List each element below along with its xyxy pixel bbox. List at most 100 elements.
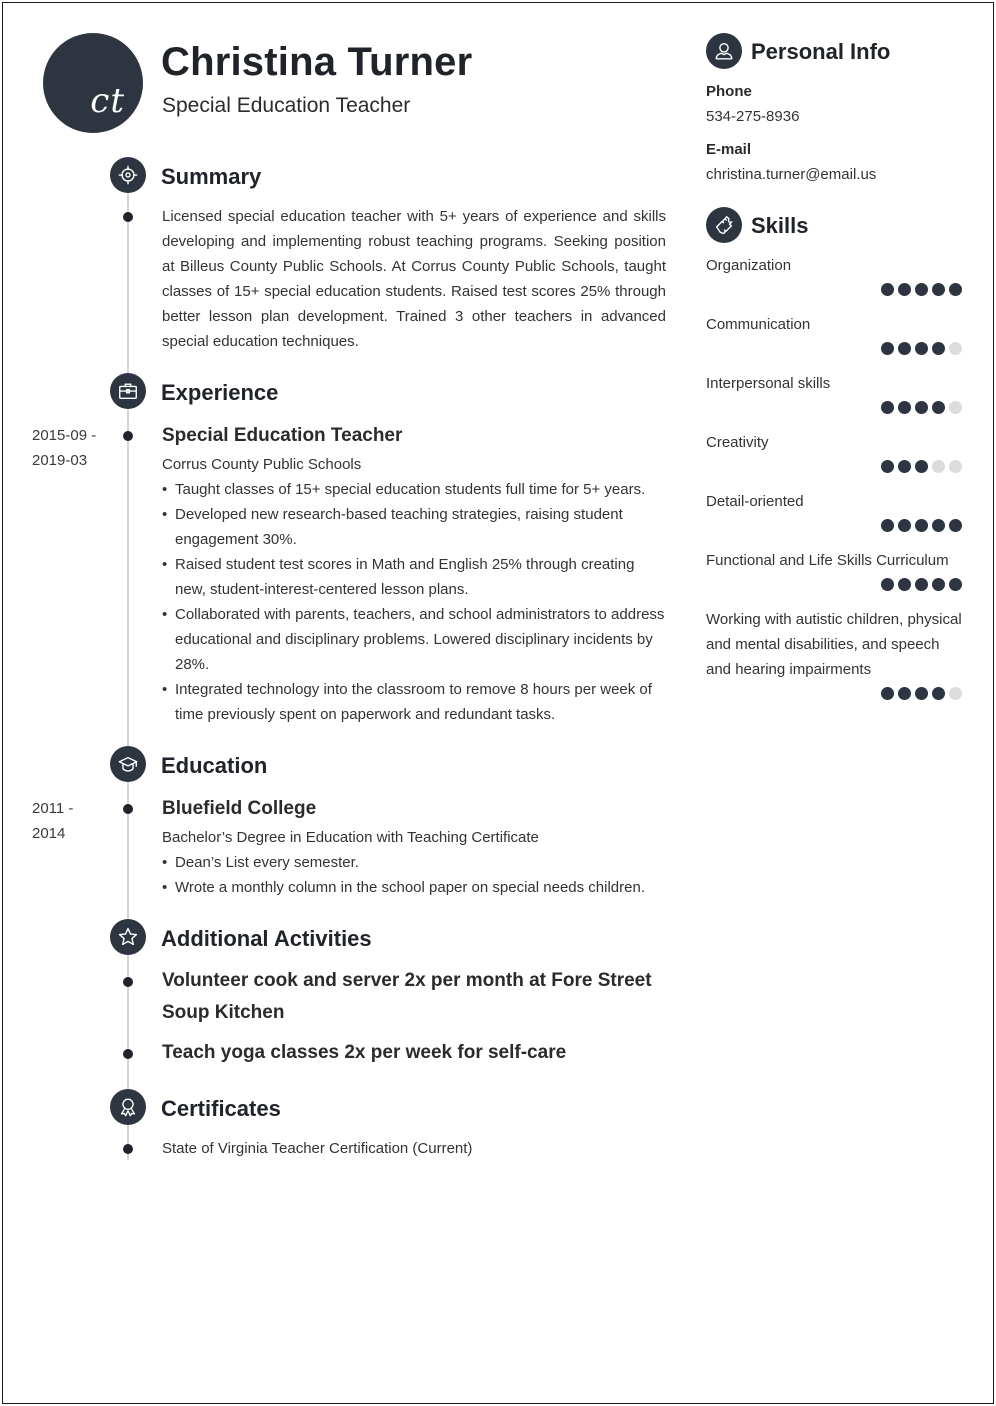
skill-item: Working with autistic children, physical… bbox=[706, 607, 966, 700]
puzzle-icon bbox=[706, 207, 742, 243]
skill-name: Creativity bbox=[706, 434, 769, 451]
education-bullet: Wrote a monthly column in the school pap… bbox=[162, 875, 667, 900]
rating-dot-filled bbox=[881, 401, 894, 414]
education-date-range: 2011 - 2014 bbox=[32, 796, 73, 846]
skill-name: Communication bbox=[706, 316, 811, 333]
skill-rating bbox=[706, 401, 966, 414]
email-value[interactable]: christina.turner@email.us bbox=[706, 166, 876, 183]
rating-dot-filled bbox=[898, 460, 911, 473]
briefcase-icon bbox=[110, 373, 146, 409]
rating-dot-filled bbox=[898, 401, 911, 414]
school-name: Bluefield College bbox=[162, 798, 317, 819]
timeline-dot bbox=[123, 431, 133, 441]
skill-item: Detail-oriented bbox=[706, 489, 966, 532]
job-bullet: Developed new research-based teaching st… bbox=[162, 502, 667, 552]
job-bullets: Taught classes of 15+ special education … bbox=[162, 477, 667, 727]
rating-dot-filled bbox=[915, 687, 928, 700]
candidate-name: Christina Turner bbox=[161, 40, 473, 84]
skill-rating bbox=[706, 578, 966, 591]
candidate-title: Special Education Teacher bbox=[162, 94, 411, 117]
job-bullet: Collaborated with parents, teachers, and… bbox=[162, 602, 667, 677]
user-icon bbox=[706, 33, 742, 69]
rating-dot-filled bbox=[915, 283, 928, 296]
rating-dot-filled bbox=[932, 519, 945, 532]
rating-dot-filled bbox=[915, 401, 928, 414]
skill-item: Interpersonal skills bbox=[706, 371, 966, 414]
rating-dot-filled bbox=[932, 283, 945, 296]
rating-dot-filled bbox=[932, 342, 945, 355]
skill-item: Organization bbox=[706, 253, 966, 296]
summary-text: Licensed special education teacher with … bbox=[162, 208, 666, 350]
rating-dot-filled bbox=[881, 519, 894, 532]
skill-rating bbox=[706, 342, 966, 355]
job-date-end: 2019-03 bbox=[32, 452, 88, 469]
certificate-item: State of Virginia Teacher Certification … bbox=[162, 1140, 473, 1157]
education-date-start: 2011 - bbox=[32, 800, 74, 817]
job-bullet: Raised student test scores in Math and E… bbox=[162, 552, 667, 602]
rating-dot-filled bbox=[915, 578, 928, 591]
activities-heading: Additional Activities bbox=[161, 926, 372, 951]
job-employer: Corrus County Public Schools bbox=[162, 456, 362, 473]
rating-dot-filled bbox=[949, 578, 962, 591]
rating-dot-filled bbox=[881, 460, 894, 473]
rating-dot-filled bbox=[881, 687, 894, 700]
monogram-initials: ct bbox=[90, 81, 125, 121]
skill-rating bbox=[706, 283, 966, 296]
education-date-end: 2014 bbox=[32, 825, 66, 842]
star-icon bbox=[110, 919, 146, 955]
education-heading: Education bbox=[161, 753, 268, 778]
rating-dot-filled bbox=[881, 342, 894, 355]
rating-dot-filled bbox=[881, 283, 894, 296]
rating-dot-filled bbox=[932, 578, 945, 591]
skill-name: Functional and Life Skills Curriculum bbox=[706, 552, 949, 569]
job-bullet: Taught classes of 15+ special education … bbox=[162, 477, 667, 502]
rating-dot-filled bbox=[949, 519, 962, 532]
skill-rating bbox=[706, 687, 966, 700]
rating-dot-empty bbox=[949, 687, 962, 700]
skill-name: Interpersonal skills bbox=[706, 375, 831, 392]
skills-heading: Skills bbox=[751, 213, 809, 238]
timeline-dot bbox=[123, 977, 133, 987]
rating-dot-filled bbox=[915, 342, 928, 355]
degree: Bachelor’s Degree in Education with Teac… bbox=[162, 829, 539, 846]
rating-dot-filled bbox=[949, 283, 962, 296]
phone-label: Phone bbox=[706, 83, 752, 100]
timeline-dot bbox=[123, 212, 133, 222]
skill-name: Organization bbox=[706, 257, 792, 274]
certificates-heading: Certificates bbox=[161, 1096, 281, 1121]
monogram-avatar: ct bbox=[43, 33, 143, 133]
award-ribbon-icon bbox=[110, 1089, 146, 1125]
timeline-line bbox=[127, 175, 129, 1160]
rating-dot-empty bbox=[949, 342, 962, 355]
skill-name: Detail-oriented bbox=[706, 493, 804, 510]
rating-dot-filled bbox=[898, 283, 911, 296]
activity-item: Volunteer cook and server 2x per month a… bbox=[162, 970, 652, 1023]
timeline-dot bbox=[123, 1049, 133, 1059]
rating-dot-empty bbox=[949, 401, 962, 414]
rating-dot-filled bbox=[898, 578, 911, 591]
summary-heading: Summary bbox=[161, 164, 262, 189]
phone-value[interactable]: 534-275-8936 bbox=[706, 108, 799, 125]
email-label: E-mail bbox=[706, 141, 752, 158]
skill-item: Functional and Life Skills Curriculum bbox=[706, 548, 966, 591]
rating-dot-filled bbox=[898, 687, 911, 700]
skill-item: Creativity bbox=[706, 430, 966, 473]
rating-dot-filled bbox=[915, 460, 928, 473]
job-date-range: 2015-09 - 2019-03 bbox=[32, 423, 96, 473]
skill-item: Communication bbox=[706, 312, 966, 355]
education-bullet: Dean’s List every semester. bbox=[162, 850, 667, 875]
graduation-cap-icon bbox=[110, 746, 146, 782]
skill-name: Working with autistic children, physical… bbox=[706, 611, 962, 678]
timeline-dot bbox=[123, 1144, 133, 1154]
personal-info-heading: Personal Info bbox=[751, 39, 891, 64]
job-bullet: Integrated technology into the classroom… bbox=[162, 677, 667, 727]
rating-dot-empty bbox=[932, 460, 945, 473]
rating-dot-filled bbox=[898, 342, 911, 355]
education-bullets: Dean’s List every semester. Wrote a mont… bbox=[162, 850, 667, 900]
rating-dot-filled bbox=[932, 401, 945, 414]
activity-item: Teach yoga classes 2x per week for self-… bbox=[162, 1042, 567, 1063]
job-date-start: 2015-09 - bbox=[32, 427, 97, 444]
rating-dot-filled bbox=[932, 687, 945, 700]
skill-rating bbox=[706, 519, 966, 532]
skill-rating bbox=[706, 460, 966, 473]
